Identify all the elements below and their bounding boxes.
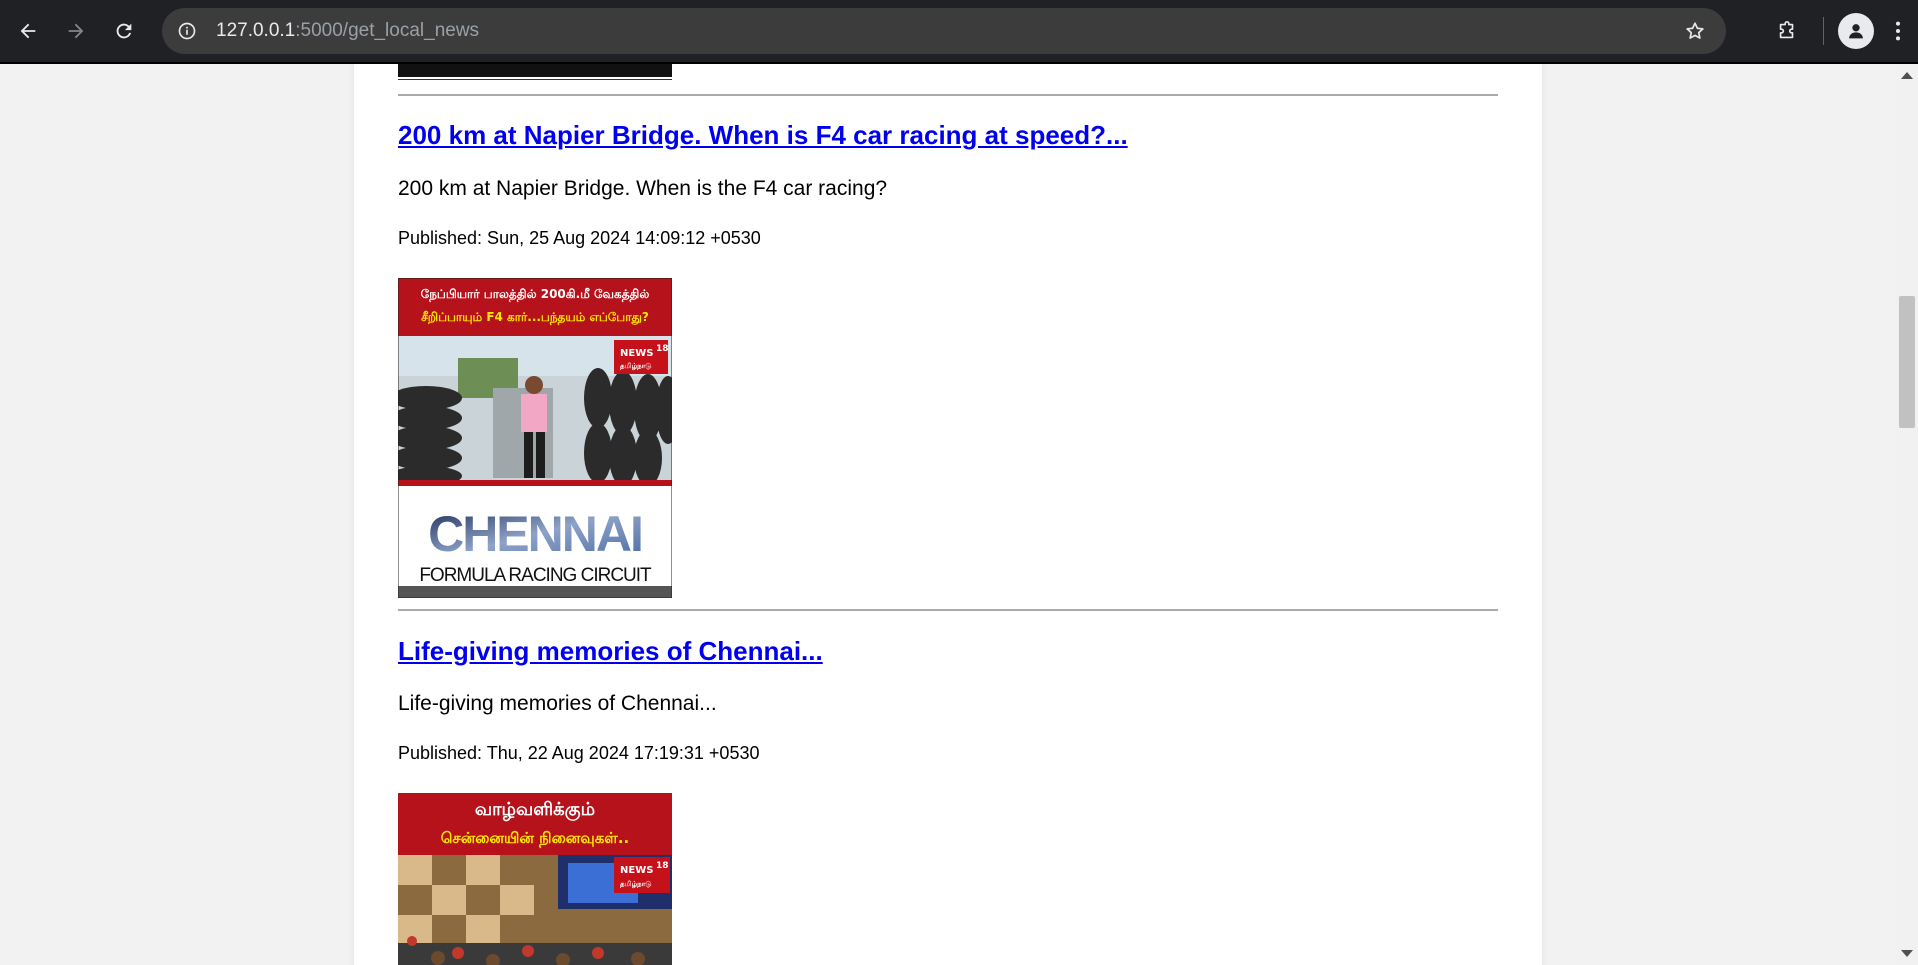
info-icon[interactable] xyxy=(176,20,198,42)
forward-button[interactable] xyxy=(56,11,96,51)
article-separator xyxy=(398,609,1498,611)
news18-logo-sub: தமிழ்நாடு xyxy=(620,880,651,889)
url-path: :5000/get_local_news xyxy=(295,20,480,41)
article-published-date: Published: Sun, 25 Aug 2024 14:09:12 +05… xyxy=(398,228,761,248)
banner-line-1: வாழ்வளிக்கும் xyxy=(475,799,595,822)
toolbar-divider xyxy=(1823,17,1824,45)
news18-logo-text: NEWS xyxy=(620,865,653,876)
news18-logo-number: 18 xyxy=(656,344,669,354)
url-text[interactable]: 127.0.0.1:5000/get_local_news xyxy=(216,20,479,42)
bookmark-star-icon[interactable] xyxy=(1684,20,1706,42)
news-container: 200 km at Napier Bridge. When is F4 car … xyxy=(354,64,1542,965)
url-host: 127.0.0.1 xyxy=(216,20,296,41)
reload-button[interactable] xyxy=(104,11,144,51)
puzzle-icon xyxy=(1779,21,1794,39)
browser-menu-button[interactable] xyxy=(1888,13,1908,49)
news18-logo-text: NEWS xyxy=(620,348,653,359)
news18-logo-sub: தமிழ்நாடு xyxy=(620,362,651,371)
scroll-down-arrow-icon[interactable] xyxy=(1901,950,1913,957)
scrollbar-thumb[interactable] xyxy=(1899,296,1915,428)
page-scrollbar[interactable] xyxy=(1896,64,1918,965)
address-bar[interactable]: 127.0.0.1:5000/get_local_news xyxy=(162,8,1726,54)
banner-line-2: சீறிப்பாயும் F4 கார்...பந்தயம் எப்போது? xyxy=(421,310,649,325)
scroll-up-arrow-icon[interactable] xyxy=(1901,72,1913,79)
article-thumbnail: நேப்பியார் பாலத்தில் 200கி.மீ வேகத்தில் … xyxy=(398,278,672,598)
previous-article-thumbnail xyxy=(398,64,672,79)
page-viewport: 200 km at Napier Bridge. When is F4 car … xyxy=(0,64,1918,965)
banner-line-1: நேப்பியார் பாலத்தில் 200கி.மீ வேகத்தில் xyxy=(421,287,650,302)
profile-avatar[interactable] xyxy=(1838,13,1874,49)
kebab-menu-icon xyxy=(1895,21,1901,41)
back-button[interactable] xyxy=(8,11,48,51)
chennai-wordmark: CHENNAI xyxy=(428,506,642,562)
banner-line-2: சென்னையின் நினைவுகள்.. xyxy=(441,829,629,848)
arrow-right-icon xyxy=(68,23,84,39)
person-icon xyxy=(1849,24,1863,39)
article-title-link[interactable]: 200 km at Napier Bridge. When is F4 car … xyxy=(398,120,1128,151)
article-summary: Life-giving memories of Chennai... xyxy=(398,692,717,715)
article-summary: 200 km at Napier Bridge. When is the F4 … xyxy=(398,177,888,200)
arrow-left-icon xyxy=(20,23,36,39)
reload-icon xyxy=(116,23,132,39)
news18-logo-number: 18 xyxy=(656,861,669,871)
article-separator xyxy=(398,94,1498,96)
article-title-link[interactable]: Life-giving memories of Chennai... xyxy=(398,636,823,667)
extensions-button[interactable] xyxy=(1767,11,1807,51)
circuit-subtitle: FORMULA RACING CIRCUIT xyxy=(419,565,652,586)
browser-toolbar: 127.0.0.1:5000/get_local_news xyxy=(0,0,1918,64)
article-published-date: Published: Thu, 22 Aug 2024 17:19:31 +05… xyxy=(398,743,760,763)
article-thumbnail: வாழ்வளிக்கும் சென்னையின் நினைவுகள்.. NEW… xyxy=(398,793,672,965)
